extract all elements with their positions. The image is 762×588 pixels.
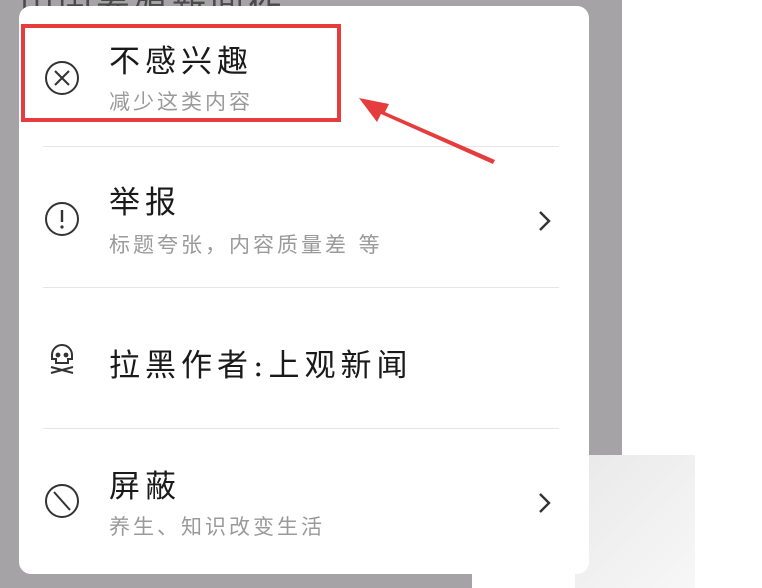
background-fade xyxy=(575,455,695,588)
menu-item-title: 举报 xyxy=(109,185,181,221)
menu-item-block-author[interactable]: 拉黑作者:上观新闻 xyxy=(19,288,589,428)
annotation-arrow-icon xyxy=(359,98,495,164)
skull-icon xyxy=(44,340,80,376)
menu-item-shield[interactable]: 屏蔽 养生、知识改变生活 xyxy=(19,429,589,569)
menu-item-title: 拉黑作者:上观新闻 xyxy=(109,348,413,384)
chevron-right-icon xyxy=(535,491,555,515)
exclamation-circle-icon xyxy=(44,201,80,237)
highlight-box xyxy=(21,24,341,122)
chevron-right-icon xyxy=(535,209,555,233)
menu-item-title: 屏蔽 xyxy=(109,469,181,505)
block-circle-icon xyxy=(44,483,80,519)
menu-item-subtitle: 养生、知识改变生活 xyxy=(109,515,325,539)
menu-item-subtitle: 标题夸张，内容质量差 等 xyxy=(109,233,383,257)
